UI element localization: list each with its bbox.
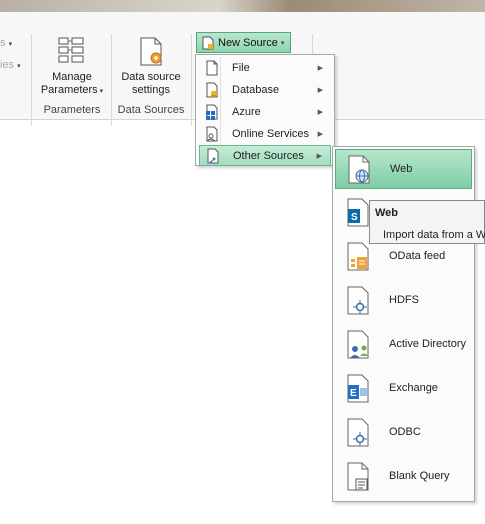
new-source-label: New Source	[218, 36, 278, 49]
menu-item-label: HDFS	[389, 294, 419, 306]
menu-item-database[interactable]: Database ▶	[199, 79, 331, 100]
menu-item-label: Online Services	[232, 127, 310, 140]
menu-item-exchange[interactable]: E Exchange	[335, 369, 472, 409]
ribbon-faded-item-2[interactable]: ies ▾	[0, 59, 21, 71]
menu-item-odbc[interactable]: ODBC	[335, 413, 472, 453]
exchange-icon: E	[345, 373, 373, 405]
azure-icon	[203, 103, 221, 121]
chevron-right-icon: ▶	[317, 108, 323, 116]
menu-item-other-sources[interactable]: Other Sources ▶	[199, 145, 331, 166]
group-label-data-sources: Data Sources	[117, 104, 185, 116]
file-icon	[203, 59, 221, 77]
ribbon-faded-item-1[interactable]: s ▾	[0, 37, 12, 49]
tooltip-body: Import data from a W	[383, 229, 485, 241]
active-directory-icon	[345, 329, 373, 361]
manage-parameters-line2: Parameters	[40, 84, 98, 96]
menu-item-label: Web	[390, 163, 413, 175]
menu-item-active-directory[interactable]: Active Directory	[335, 325, 472, 365]
web-tooltip: Web Import data from a W	[369, 200, 485, 244]
blank-query-icon	[345, 461, 373, 493]
data-source-settings-line1: Data source	[121, 71, 181, 83]
menu-item-blank-query[interactable]: Blank Query	[335, 457, 472, 497]
chevron-right-icon: ▶	[316, 152, 322, 160]
new-source-icon	[202, 36, 214, 49]
svg-text:E: E	[350, 388, 357, 399]
new-source-menu: File ▶ Database ▶ Azure ▶ Online Service…	[195, 54, 335, 166]
odata-icon	[345, 241, 373, 273]
tooltip-title: Web	[375, 207, 399, 219]
chevron-down-icon: ▾	[97, 88, 104, 95]
menu-item-web[interactable]: Web	[335, 149, 472, 189]
manage-parameters-icon[interactable]	[57, 36, 85, 66]
menu-item-hdfs[interactable]: HDFS	[335, 281, 472, 321]
manage-parameters-button[interactable]: Manage Parameters ▾	[38, 71, 106, 98]
menu-item-label: Blank Query	[389, 470, 450, 482]
ribbon-separator	[111, 34, 112, 126]
menu-item-azure[interactable]: Azure ▶	[199, 101, 331, 122]
menu-item-label: ODBC	[389, 426, 421, 438]
window-top-strip	[0, 0, 485, 12]
menu-item-label: Active Directory	[389, 338, 467, 350]
menu-item-label: Other Sources	[233, 149, 304, 162]
chevron-right-icon: ▶	[317, 64, 323, 72]
data-source-settings-button[interactable]: Data source settings	[114, 71, 188, 97]
chevron-right-icon: ▶	[317, 130, 323, 138]
manage-parameters-line1: Manage	[52, 71, 92, 83]
menu-item-file[interactable]: File ▶	[199, 57, 331, 78]
menu-item-label: Azure	[232, 105, 261, 118]
menu-item-label: Database	[232, 83, 280, 96]
menu-item-label: Exchange	[389, 382, 438, 394]
other-sources-icon	[204, 147, 222, 165]
ribbon-separator	[31, 34, 32, 126]
menu-item-label: File	[232, 61, 250, 74]
database-icon	[203, 81, 221, 99]
web-icon	[346, 154, 374, 186]
menu-item-label: OData feed	[389, 250, 446, 262]
menu-item-online-services[interactable]: Online Services ▶	[199, 123, 331, 144]
hdfs-icon	[345, 285, 373, 317]
odbc-icon	[345, 417, 373, 449]
chevron-right-icon: ▶	[317, 86, 323, 94]
ribbon-separator	[191, 34, 192, 126]
new-source-button[interactable]: New Source ▾	[196, 32, 291, 53]
data-source-settings-line2: settings	[132, 84, 170, 96]
data-source-settings-icon[interactable]	[138, 36, 166, 68]
chevron-down-icon: ▾	[280, 39, 285, 47]
online-services-icon	[203, 125, 221, 143]
svg-text:S: S	[351, 212, 358, 223]
group-label-parameters: Parameters	[43, 104, 101, 116]
